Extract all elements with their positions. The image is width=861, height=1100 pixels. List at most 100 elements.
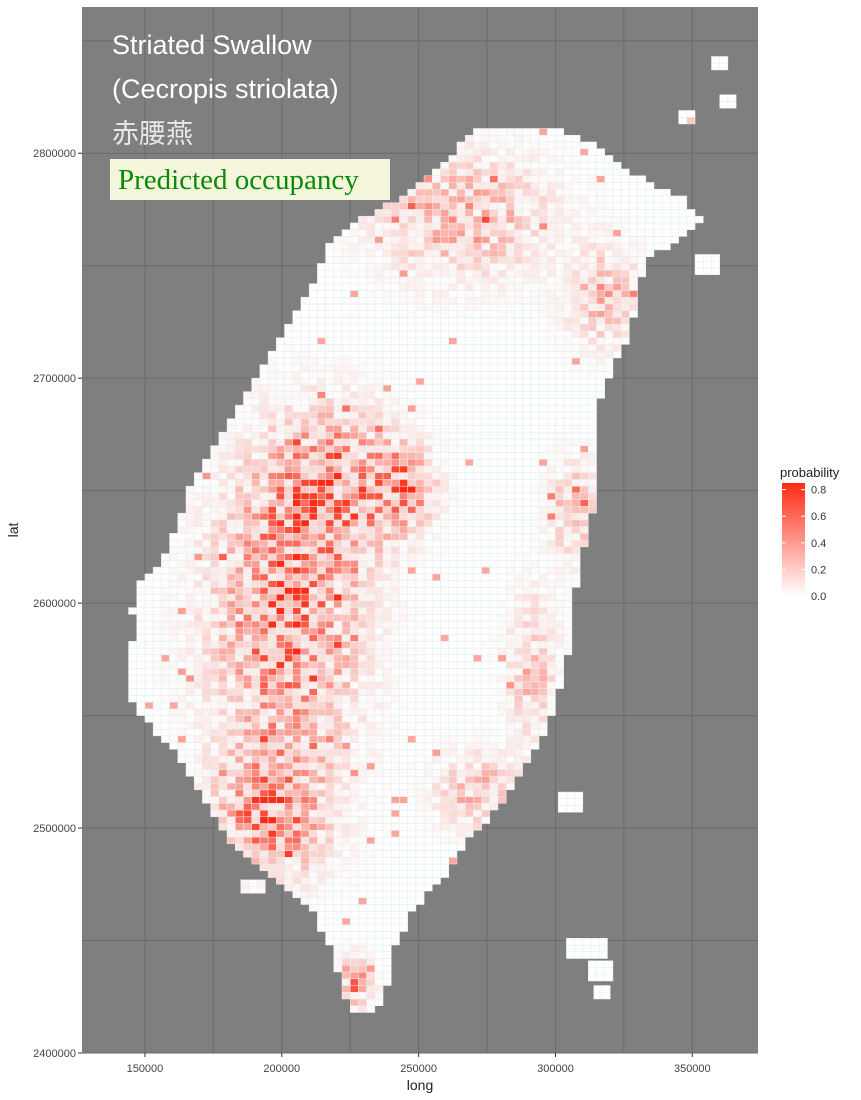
occupancy-tile — [481, 695, 491, 703]
occupancy-tile — [308, 431, 318, 440]
occupancy-tile — [538, 425, 548, 433]
occupancy-tile — [579, 263, 589, 271]
occupancy-tile — [382, 209, 392, 217]
occupancy-tile — [464, 188, 474, 197]
occupancy-tile — [349, 438, 359, 446]
occupancy-tile — [210, 607, 220, 615]
occupancy-tile — [432, 600, 441, 608]
occupancy-tile — [374, 796, 384, 804]
occupancy-tile — [514, 209, 523, 217]
occupancy-tile — [407, 215, 417, 224]
occupancy-tile — [308, 344, 318, 352]
occupancy-tile — [366, 857, 376, 865]
occupancy-tile — [374, 425, 384, 433]
occupancy-tile — [366, 809, 376, 818]
island-tile — [719, 62, 729, 71]
occupancy-tile — [251, 715, 261, 723]
occupancy-tile — [251, 830, 261, 838]
occupancy-tile — [308, 830, 318, 838]
occupancy-tile — [579, 175, 589, 183]
occupancy-tile — [341, 944, 351, 953]
occupancy-tile — [366, 924, 376, 932]
occupancy-tile — [358, 587, 367, 595]
occupancy-tile — [555, 330, 564, 338]
occupancy-tile — [251, 411, 261, 419]
occupancy-tile — [235, 614, 244, 622]
occupancy-tile — [399, 863, 408, 872]
occupancy-tile — [555, 182, 564, 190]
occupancy-tile — [292, 317, 302, 325]
occupancy-tile — [440, 769, 449, 777]
occupancy-tile — [440, 816, 449, 824]
occupancy-tile — [284, 728, 293, 737]
occupancy-tile — [349, 998, 359, 1007]
occupancy-tile — [530, 350, 540, 359]
occupancy-tile — [686, 222, 696, 230]
occupancy-tile — [136, 627, 146, 635]
occupancy-tile — [292, 614, 302, 622]
occupancy-tile — [374, 519, 384, 527]
occupancy-tile — [366, 654, 376, 662]
occupancy-tile — [144, 688, 154, 696]
occupancy-tile — [440, 215, 449, 224]
occupancy-tile — [243, 539, 252, 548]
occupancy-tile — [571, 418, 581, 426]
occupancy-tile — [374, 296, 384, 305]
occupancy-tile — [481, 641, 491, 649]
occupancy-tile — [243, 708, 252, 716]
occupancy-tile — [276, 863, 285, 872]
occupancy-tile — [407, 803, 417, 811]
occupancy-tile — [407, 519, 417, 527]
occupancy-tile — [497, 661, 507, 669]
occupancy-tile — [571, 499, 581, 507]
occupancy-tile — [185, 526, 195, 534]
occupancy-tile — [317, 384, 326, 392]
occupancy-tile — [300, 479, 310, 487]
occupancy-tile — [423, 236, 433, 244]
occupancy-tile — [489, 701, 499, 710]
occupancy-tile — [259, 816, 269, 824]
occupancy-tile — [448, 789, 458, 797]
occupancy-tile — [374, 384, 384, 392]
occupancy-tile — [522, 276, 532, 284]
occupancy-tile — [547, 283, 556, 291]
occupancy-tile — [259, 438, 269, 446]
occupancy-tile — [538, 209, 548, 217]
occupancy-tile — [530, 303, 540, 311]
occupancy-tile — [366, 843, 376, 851]
occupancy-tile — [464, 229, 474, 237]
legend-title: probability — [780, 465, 840, 480]
occupancy-tile — [530, 222, 540, 230]
occupancy-tile — [243, 688, 252, 696]
occupancy-tile — [456, 816, 466, 824]
occupancy-tile — [481, 492, 491, 500]
occupancy-tile — [399, 404, 408, 413]
occupancy-tile — [440, 661, 449, 669]
occupancy-tile — [284, 884, 293, 892]
occupancy-tile — [489, 229, 499, 237]
occupancy-tile — [563, 222, 573, 230]
occupancy-tile — [530, 580, 540, 588]
occupancy-tile — [415, 634, 425, 642]
x-tick-label: 350000 — [674, 1063, 711, 1075]
occupancy-tile — [235, 755, 244, 764]
occupancy-tile — [596, 276, 605, 284]
occupancy-tile — [374, 492, 384, 500]
occupancy-tile — [333, 263, 343, 271]
occupancy-tile — [440, 782, 449, 791]
occupancy-tile — [333, 668, 343, 676]
occupancy-tile — [243, 452, 252, 460]
occupancy-tile — [292, 755, 302, 764]
occupancy-tile — [259, 506, 269, 514]
occupancy-tile — [177, 560, 187, 568]
occupancy-tile — [210, 445, 220, 453]
occupancy-tile — [473, 587, 482, 595]
occupancy-tile — [317, 458, 326, 467]
occupancy-tile — [514, 499, 523, 507]
occupancy-tile — [653, 229, 663, 237]
occupancy-tile — [563, 134, 573, 143]
occupancy-tile — [349, 803, 359, 811]
occupancy-tile — [300, 641, 310, 649]
occupancy-tile — [391, 323, 400, 332]
occupancy-tile — [530, 728, 540, 737]
